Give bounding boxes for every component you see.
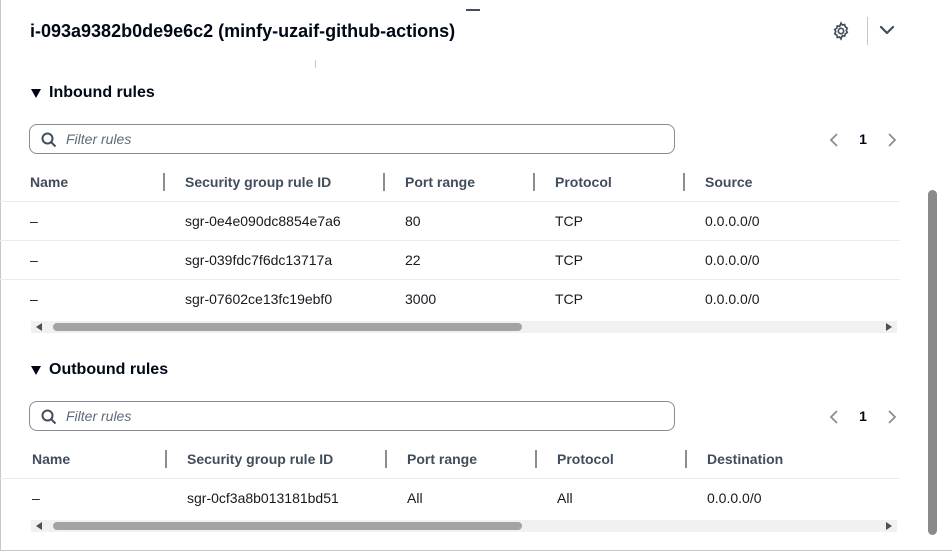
column-resizer[interactable] bbox=[535, 450, 537, 468]
column-resizer[interactable] bbox=[683, 173, 685, 191]
cell-protocol: All bbox=[557, 490, 573, 506]
header-divider bbox=[867, 17, 868, 45]
outbound-rules-toggle[interactable]: Outbound rules bbox=[31, 361, 168, 379]
inbound-search-input[interactable] bbox=[66, 125, 666, 153]
divider-mark bbox=[315, 60, 316, 68]
cell-source: 0.0.0.0/0 bbox=[705, 252, 760, 268]
outbound-search-input[interactable] bbox=[66, 402, 666, 430]
scroll-left-arrow-icon[interactable] bbox=[36, 522, 42, 530]
column-header-source[interactable]: Source bbox=[705, 163, 752, 201]
cell-destination: 0.0.0.0/0 bbox=[707, 490, 762, 506]
column-header-port-range[interactable]: Port range bbox=[407, 440, 477, 478]
column-header-port-range[interactable]: Port range bbox=[405, 163, 475, 201]
chevron-right-icon[interactable] bbox=[884, 407, 900, 427]
outbound-page-number[interactable]: 1 bbox=[855, 408, 871, 424]
cell-rule-id: sgr-0e4e090dc8854e7a6 bbox=[185, 213, 341, 229]
caret-down-icon bbox=[31, 365, 41, 375]
inbound-rules-toggle[interactable]: Inbound rules bbox=[31, 84, 155, 102]
table-row: – sgr-039fdc7f6dc13717a 22 TCP 0.0.0.0/0 bbox=[0, 240, 900, 280]
cell-name: – bbox=[32, 490, 40, 506]
outbound-filter[interactable] bbox=[29, 401, 675, 431]
cell-protocol: TCP bbox=[555, 252, 583, 268]
scroll-right-arrow-icon[interactable] bbox=[886, 522, 892, 530]
cell-port-range: 3000 bbox=[405, 291, 437, 307]
inbound-rules-title: Inbound rules bbox=[49, 84, 155, 101]
inbound-page-number[interactable]: 1 bbox=[855, 131, 871, 147]
outbound-pagination: 1 bbox=[826, 407, 902, 427]
column-resizer[interactable] bbox=[685, 450, 687, 468]
caret-down-icon bbox=[31, 88, 41, 98]
cell-name: – bbox=[30, 252, 38, 268]
cell-name: – bbox=[30, 213, 38, 229]
chevron-left-icon[interactable] bbox=[826, 130, 842, 150]
cell-protocol: TCP bbox=[555, 213, 583, 229]
scroll-left-arrow-icon[interactable] bbox=[36, 323, 42, 331]
cell-source: 0.0.0.0/0 bbox=[705, 291, 760, 307]
inbound-pagination: 1 bbox=[826, 130, 902, 150]
vertical-scrollbar-thumb[interactable] bbox=[928, 190, 937, 535]
outbound-horizontal-scrollbar[interactable] bbox=[31, 520, 897, 532]
gear-icon[interactable] bbox=[831, 21, 851, 41]
instance-title: i-093a9382b0de9e6c2 (minfy-uzaif-github-… bbox=[30, 21, 456, 41]
column-header-protocol[interactable]: Protocol bbox=[555, 163, 612, 201]
column-header-name[interactable]: Name bbox=[32, 440, 70, 478]
scrollbar-thumb[interactable] bbox=[53, 323, 522, 331]
inbound-table-header: Name Security group rule ID Port range P… bbox=[0, 163, 900, 201]
table-row: – sgr-0e4e090dc8854e7a6 80 TCP 0.0.0.0/0 bbox=[0, 201, 900, 241]
column-resizer[interactable] bbox=[163, 173, 165, 191]
column-resizer[interactable] bbox=[165, 450, 167, 468]
search-icon bbox=[41, 132, 57, 148]
table-row: – sgr-07602ce13fc19ebf0 3000 TCP 0.0.0.0… bbox=[0, 279, 900, 319]
column-header-rule-id[interactable]: Security group rule ID bbox=[187, 440, 333, 478]
cell-port-range: 22 bbox=[405, 252, 421, 268]
table-row: – sgr-0cf3a8b013181bd51 All All 0.0.0.0/… bbox=[0, 478, 900, 518]
cell-port-range: 80 bbox=[405, 213, 421, 229]
chevron-left-icon[interactable] bbox=[826, 407, 842, 427]
cell-name: – bbox=[30, 291, 38, 307]
chevron-right-icon[interactable] bbox=[884, 130, 900, 150]
cell-port-range: All bbox=[407, 490, 423, 506]
column-header-destination[interactable]: Destination bbox=[707, 440, 783, 478]
column-header-protocol[interactable]: Protocol bbox=[557, 440, 614, 478]
search-icon bbox=[41, 409, 57, 425]
column-resizer[interactable] bbox=[385, 450, 387, 468]
scroll-right-arrow-icon[interactable] bbox=[886, 323, 892, 331]
scrollbar-thumb[interactable] bbox=[53, 522, 522, 530]
column-header-rule-id[interactable]: Security group rule ID bbox=[185, 163, 331, 201]
outbound-table-header: Name Security group rule ID Port range P… bbox=[0, 440, 900, 478]
inbound-horizontal-scrollbar[interactable] bbox=[31, 321, 897, 333]
column-resizer[interactable] bbox=[383, 173, 385, 191]
chevron-down-icon[interactable] bbox=[877, 22, 897, 40]
cell-rule-id: sgr-07602ce13fc19ebf0 bbox=[185, 291, 333, 307]
cell-source: 0.0.0.0/0 bbox=[705, 213, 760, 229]
cell-protocol: TCP bbox=[555, 291, 583, 307]
drag-handle[interactable] bbox=[466, 9, 480, 11]
outbound-rules-title: Outbound rules bbox=[49, 361, 169, 378]
column-resizer[interactable] bbox=[533, 173, 535, 191]
column-header-name[interactable]: Name bbox=[30, 163, 68, 201]
cell-rule-id: sgr-039fdc7f6dc13717a bbox=[185, 252, 333, 268]
inbound-filter[interactable] bbox=[29, 124, 675, 154]
cell-rule-id: sgr-0cf3a8b013181bd51 bbox=[187, 490, 339, 506]
